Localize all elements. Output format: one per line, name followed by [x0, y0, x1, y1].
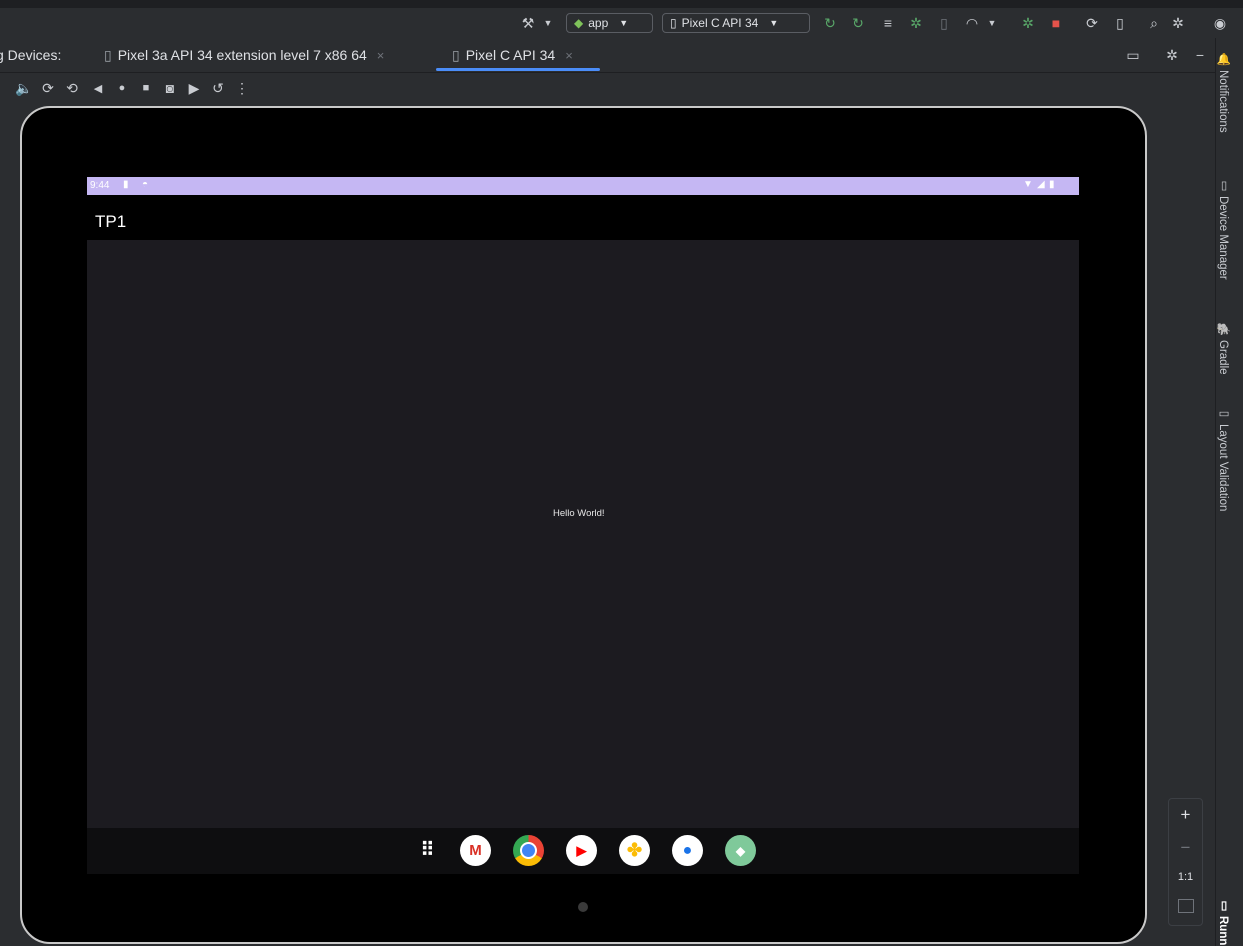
- rotate-left-icon[interactable]: ⟲: [62, 78, 82, 98]
- gradle-icon: 🐘: [1217, 322, 1229, 337]
- app-toolbar: TP1: [87, 197, 1079, 240]
- chevron-down-icon: ▼: [619, 18, 629, 28]
- close-icon[interactable]: ×: [377, 48, 385, 63]
- android-app-icon: ◆: [574, 16, 584, 30]
- device-manager-tool[interactable]: ▯ Device Manager: [1216, 178, 1230, 280]
- run-config-label: app: [588, 16, 609, 30]
- device-icon: ▯: [452, 46, 460, 63]
- zoom-fit-icon[interactable]: [1178, 899, 1194, 913]
- camera-icon[interactable]: ◙: [160, 78, 180, 98]
- sync-icon: ◓: [142, 179, 149, 190]
- home-icon[interactable]: ●: [112, 78, 132, 98]
- running-devices-title: g Devices:: [0, 47, 62, 63]
- zoom-controls: + − 1:1: [1168, 798, 1203, 926]
- zoom-in-button[interactable]: +: [1169, 805, 1202, 825]
- stop-icon[interactable]: ■: [1046, 13, 1066, 33]
- android-icon[interactable]: ◆: [725, 835, 756, 866]
- app-title: TP1: [95, 212, 127, 231]
- minimize-icon[interactable]: −: [1190, 45, 1210, 65]
- run-config-dropdown[interactable]: ◆ app ▼: [566, 13, 653, 33]
- youtube-icon[interactable]: ▶: [566, 835, 597, 866]
- hello-world-text: Hello World!: [553, 508, 605, 519]
- close-icon[interactable]: ×: [565, 48, 573, 63]
- ide-toolbar: ⚒ ▼ ◆ app ▼ ▯ Pixel C API 34 ▼ ↻ ↻ ≡ ✲ ▯…: [0, 8, 1243, 38]
- panel-settings-icon[interactable]: ✲: [1162, 45, 1182, 65]
- sd-card-icon: ▮: [123, 179, 129, 190]
- app-content[interactable]: Hello World!: [87, 240, 1079, 828]
- more-icon[interactable]: ⋮: [232, 78, 252, 98]
- running-devices-tabbar: g Devices: ▯ Pixel 3a API 34 extension l…: [0, 38, 1215, 73]
- running-devices-tool[interactable]: ▯ Runn: [1216, 898, 1230, 945]
- device-icon: ▯: [670, 16, 677, 30]
- signal-icon: ◢: [1037, 179, 1045, 190]
- android-status-bar: 9:44 ▮ ◓ ▼ ◢ ▮: [87, 177, 1079, 195]
- emulator-toolbar: 🔈 ⟳ ⟲ ◀ ● ■ ◙ ▶ ↺ ⋮: [0, 73, 1215, 103]
- device-selector-label: Pixel C API 34: [681, 16, 759, 30]
- tab-label: Pixel 3a API 34 extension level 7 x86 64: [117, 47, 367, 63]
- gmail-icon[interactable]: M: [460, 835, 491, 866]
- notifications-tool[interactable]: 🔔 Notifications: [1216, 52, 1230, 133]
- maximize-icon[interactable]: ▭: [1123, 45, 1143, 65]
- chevron-down-icon: ▼: [769, 18, 779, 28]
- volume-icon[interactable]: 🔈: [14, 78, 34, 98]
- chevron-down-icon[interactable]: ▼: [982, 13, 1002, 33]
- layout-validation-icon: ▭: [1217, 406, 1229, 420]
- wifi-icon: ▼: [1023, 179, 1033, 190]
- zoom-out-button[interactable]: −: [1169, 838, 1202, 858]
- apps-grid-icon[interactable]: ⠿: [412, 835, 443, 866]
- layout-validation-tool[interactable]: ▭ Layout Validation: [1216, 406, 1230, 511]
- build-hammer-icon[interactable]: ⚒: [518, 13, 538, 33]
- chrome-icon[interactable]: [513, 835, 544, 866]
- chevron-down-icon[interactable]: ▼: [538, 13, 558, 33]
- status-time: 9:44: [90, 180, 110, 191]
- device-selector-dropdown[interactable]: ▯ Pixel C API 34 ▼: [662, 13, 810, 33]
- front-camera: [578, 902, 588, 912]
- tab-pixel-3a[interactable]: ▯ Pixel 3a API 34 extension level 7 x86 …: [104, 38, 384, 72]
- apply-code-changes-icon[interactable]: ↻: [848, 13, 868, 33]
- zoom-actual-size-button[interactable]: 1:1: [1169, 871, 1202, 883]
- device-icon: ▯: [104, 46, 112, 63]
- search-icon[interactable]: ⌕: [1144, 13, 1164, 33]
- account-icon[interactable]: ◉: [1210, 13, 1230, 33]
- gradle-tool[interactable]: 🐘 Gradle: [1216, 322, 1230, 375]
- screen-record-icon[interactable]: ▶: [184, 78, 204, 98]
- logcat-icon[interactable]: ≡: [878, 13, 898, 33]
- run-icon[interactable]: ✲: [1018, 13, 1038, 33]
- profiler-icon[interactable]: ◠: [962, 13, 982, 33]
- tab-label: Pixel C API 34: [465, 47, 556, 63]
- settings-gear-icon[interactable]: ✲: [1168, 13, 1188, 33]
- battery-icon: ▮: [1049, 179, 1055, 190]
- back-icon[interactable]: ◀: [88, 78, 108, 98]
- messages-icon[interactable]: ●: [672, 835, 703, 866]
- tab-pixel-c[interactable]: ▯ Pixel C API 34 ×: [452, 38, 573, 72]
- apply-changes-icon[interactable]: ↻: [820, 13, 840, 33]
- device-manager-icon[interactable]: ▯: [1110, 13, 1130, 33]
- sync-gradle-icon[interactable]: ⟳: [1082, 13, 1102, 33]
- photos-icon[interactable]: ✤: [619, 835, 650, 866]
- active-tab-indicator: [436, 68, 600, 71]
- overview-icon[interactable]: ■: [136, 78, 156, 98]
- device-manager-icon: ▯: [1217, 178, 1229, 192]
- bell-icon: 🔔: [1217, 52, 1229, 67]
- snapshot-icon[interactable]: ↺: [208, 78, 228, 98]
- running-devices-icon: ▯: [1217, 898, 1229, 912]
- window-top-edge: [0, 0, 1243, 8]
- attach-debugger-icon[interactable]: ▯: [934, 13, 954, 33]
- debug-icon[interactable]: ✲: [906, 13, 926, 33]
- rotate-right-icon[interactable]: ⟳: [38, 78, 58, 98]
